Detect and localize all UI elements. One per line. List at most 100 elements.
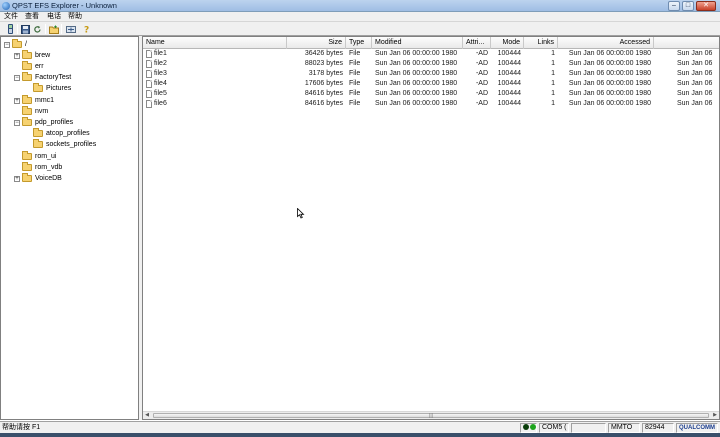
column-header-modified[interactable]: Modified [372, 37, 463, 49]
link-dot-icon [530, 424, 536, 430]
file-list[interactable]: Name Size Type Modified Attri... Mode Li… [142, 36, 720, 420]
grip-icon: ||| [429, 413, 433, 419]
expand-icon[interactable]: + [14, 97, 20, 104]
tree-item-atcop-profiles[interactable]: atcop_profiles [25, 128, 90, 139]
tree-item-brew[interactable]: + brew [14, 50, 50, 61]
cell-extra: Sun Jan 06 [677, 90, 713, 97]
cell-type: File [349, 70, 361, 77]
tree-label: / [25, 40, 27, 48]
folder-icon [22, 162, 32, 171]
tree-item-mmc1[interactable]: + mmc1 [14, 95, 54, 106]
help-icon[interactable]: ? [81, 24, 92, 35]
menu-phone[interactable]: 电话 [47, 12, 61, 22]
tree-label: VoiceDB [35, 174, 62, 182]
column-header-mode[interactable]: Mode [491, 37, 524, 49]
cell-attributes: -AD [475, 50, 488, 57]
folder-icon [22, 106, 32, 115]
cell-attributes: -AD [475, 70, 488, 77]
column-header-accessed[interactable]: Accessed [558, 37, 654, 49]
column-header-size[interactable]: Size [287, 37, 346, 49]
tree-label: mmc1 [35, 96, 55, 104]
cell-type: File [349, 80, 361, 87]
column-header-name[interactable]: Name [143, 37, 287, 49]
tree-label: pdp_profiles [35, 118, 74, 126]
table-row[interactable]: file2 88023 bytes File Sun Jan 06 00:00:… [143, 59, 719, 69]
tree-item-factorytest[interactable]: − FactoryTest [14, 72, 71, 83]
tools-icon[interactable] [65, 24, 76, 34]
qualcomm-logo: QUALCOMM [676, 423, 718, 433]
minimize-button[interactable]: – [668, 1, 680, 11]
cell-links: 1 [551, 70, 555, 77]
table-row[interactable]: file3 3178 bytes File Sun Jan 06 00:00:0… [143, 69, 719, 79]
title-bar: QPST EFS Explorer - Unknown – □ ✕ [0, 0, 720, 12]
cell-mode: 100444 [497, 60, 521, 67]
folder-icon [22, 117, 32, 126]
link-dot-icon [523, 424, 529, 430]
maximize-button[interactable]: □ [682, 1, 694, 11]
expand-icon[interactable]: + [14, 52, 20, 59]
status-bar: 帮助请按 F1 COM5 ( MMTO 82944 QUALCOMM [0, 421, 720, 433]
phone-icon[interactable] [5, 24, 16, 34]
cell-links: 1 [551, 90, 555, 97]
tree-item-pictures[interactable]: Pictures [25, 83, 71, 94]
new-folder-icon[interactable] [48, 24, 59, 34]
refresh-icon[interactable] [32, 24, 43, 34]
scroll-thumb[interactable]: ||| [153, 413, 709, 419]
column-header-extra[interactable] [654, 37, 719, 49]
tree-root[interactable]: − / [4, 39, 27, 50]
collapse-icon[interactable]: − [14, 119, 20, 126]
column-header-type[interactable]: Type [346, 37, 372, 49]
empty-pane [571, 423, 606, 433]
menu-bar: 文件 查看 电话 帮助 [0, 12, 720, 22]
toolbar-separator [45, 24, 46, 34]
help-hint: 帮助请按 F1 [2, 424, 41, 431]
table-row[interactable]: file6 84616 bytes File Sun Jan 06 00:00:… [143, 99, 719, 109]
list-rows: file1 36426 bytes File Sun Jan 06 00:00:… [143, 49, 719, 109]
tree-item-err[interactable]: err [14, 61, 44, 72]
menu-file[interactable]: 文件 [4, 12, 18, 22]
cell-mode: 100444 [497, 50, 521, 57]
tree-item-nvm[interactable]: nvm [14, 106, 48, 117]
column-header-attributes[interactable]: Attri... [463, 37, 491, 49]
table-row[interactable]: file4 17606 bytes File Sun Jan 06 00:00:… [143, 79, 719, 89]
cell-accessed: Sun Jan 06 00:00:00 1980 [568, 100, 651, 107]
collapse-icon[interactable]: − [14, 74, 20, 81]
cell-extra: Sun Jan 06 [677, 80, 713, 87]
tree-item-sockets-profiles[interactable]: sockets_profiles [25, 139, 96, 150]
menu-help[interactable]: 帮助 [68, 12, 82, 22]
expand-icon[interactable]: + [14, 175, 20, 182]
save-icon[interactable] [20, 24, 31, 34]
tree-label: atcop_profiles [46, 129, 90, 137]
scroll-left-icon[interactable]: ◀ [143, 412, 151, 419]
cell-name: file6 [154, 100, 167, 107]
number-status: 82944 [642, 423, 674, 433]
table-row[interactable]: file1 36426 bytes File Sun Jan 06 00:00:… [143, 49, 719, 59]
close-button[interactable]: ✕ [696, 1, 716, 11]
cell-name: file3 [154, 70, 167, 77]
tree-item-voicedb[interactable]: + VoiceDB [14, 173, 62, 184]
column-header-links[interactable]: Links [524, 37, 558, 49]
tree-label: nvm [35, 107, 49, 115]
toolbar-separator [17, 24, 18, 34]
cell-accessed: Sun Jan 06 00:00:00 1980 [568, 70, 651, 77]
folder-icon [22, 173, 32, 182]
horizontal-scrollbar[interactable]: ◀ ||| ▶ [143, 411, 719, 419]
table-row[interactable]: file5 84616 bytes File Sun Jan 06 00:00:… [143, 89, 719, 99]
toolbar: ? [0, 22, 720, 36]
tree-item-rom-vdb[interactable]: rom_vdb [14, 162, 62, 173]
cell-links: 1 [551, 80, 555, 87]
scroll-right-icon[interactable]: ▶ [711, 412, 719, 419]
cell-attributes: -AD [475, 90, 488, 97]
cell-mode: 100444 [497, 90, 521, 97]
cell-modified: Sun Jan 06 00:00:00 1980 [375, 70, 458, 77]
collapse-icon[interactable]: − [4, 41, 10, 48]
menu-view[interactable]: 查看 [25, 12, 39, 22]
tree-item-rom-ui[interactable]: rom_ui [14, 151, 56, 162]
folder-icon [22, 95, 32, 104]
folder-tree[interactable]: − / + brew err − FactoryTest Pictures + … [0, 36, 139, 420]
folder-icon [33, 128, 43, 137]
tree-item-pdp-profiles[interactable]: − pdp_profiles [14, 117, 73, 128]
mode-status: MMTO [608, 423, 640, 433]
cell-modified: Sun Jan 06 00:00:00 1980 [375, 100, 458, 107]
cell-size: 88023 bytes [304, 60, 343, 67]
